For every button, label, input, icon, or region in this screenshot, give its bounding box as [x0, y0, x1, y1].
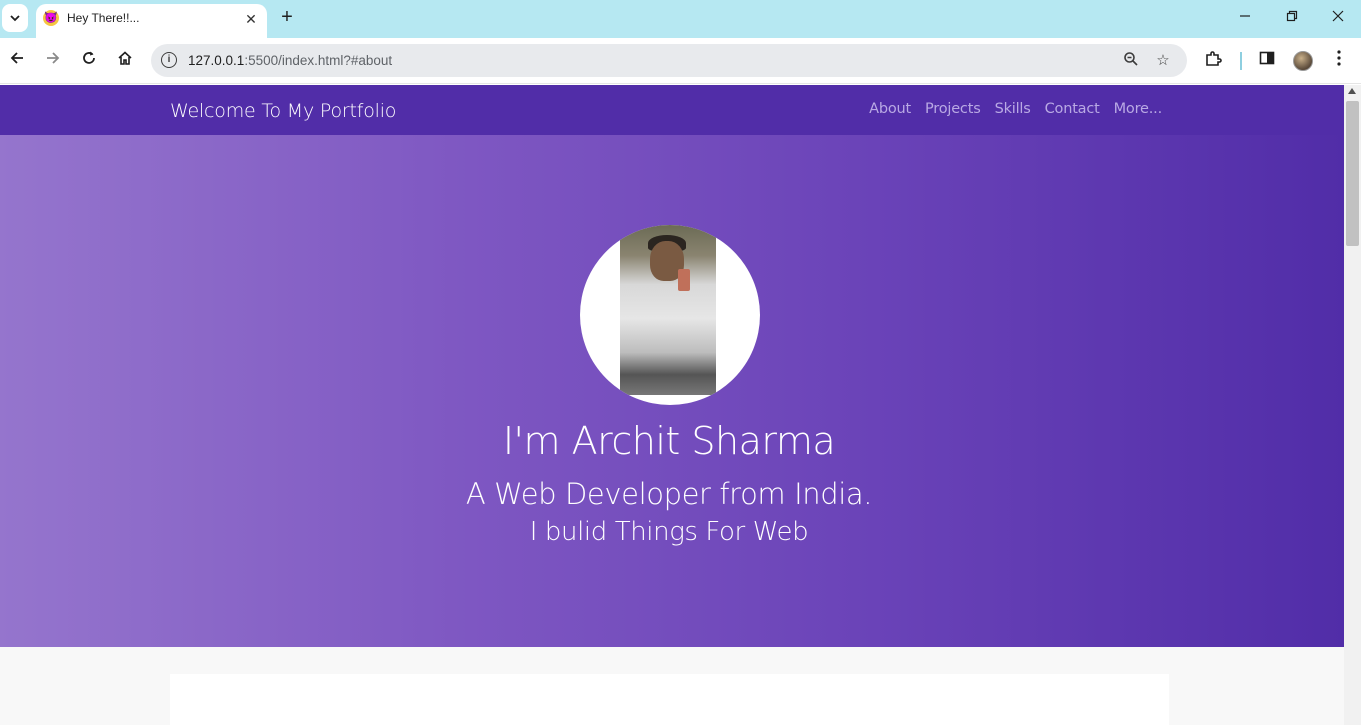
side-panel-button[interactable] — [1256, 50, 1278, 72]
new-tab-button[interactable]: + — [276, 6, 298, 28]
nav-link-more[interactable]: More... — [1114, 101, 1163, 117]
navbar-links: About Projects Skills Contact More... — [869, 101, 1162, 117]
arrow-right-icon — [47, 52, 60, 64]
back-button[interactable] — [6, 49, 28, 71]
close-icon — [1332, 10, 1344, 22]
profile-photo — [580, 225, 760, 405]
arrow-left-icon — [10, 52, 23, 64]
home-icon — [118, 51, 132, 65]
tab-favicon-icon: 😈 — [43, 10, 59, 26]
tab-search-button[interactable] — [2, 4, 28, 32]
hero-tagline: A Web Developer from India. — [465, 477, 873, 511]
home-button[interactable] — [114, 49, 136, 71]
nav-link-contact[interactable]: Contact — [1045, 101, 1100, 117]
url-text[interactable]: 127.0.0.1:5500/index.html?#about — [188, 53, 392, 68]
url-path: :5500/index.html?#about — [244, 53, 393, 68]
scroll-up-arrow-icon[interactable] — [1348, 88, 1356, 94]
about-section-card — [170, 674, 1169, 725]
nav-link-skills[interactable]: Skills — [995, 101, 1031, 117]
address-bar[interactable]: i 127.0.0.1:5500/index.html?#about ☆ — [151, 44, 1187, 77]
extensions-button[interactable] — [1202, 50, 1224, 72]
navbar-brand[interactable]: Welcome To My Portfolio — [170, 100, 396, 122]
scroll-thumb[interactable] — [1346, 101, 1359, 246]
tab-title: Hey There!!... — [67, 11, 140, 25]
chevron-down-icon — [10, 15, 20, 22]
nav-link-projects[interactable]: Projects — [925, 101, 981, 117]
site-info-icon[interactable]: i — [161, 52, 177, 68]
hero-subtagline: I bulid Things For Web — [529, 517, 809, 547]
site-navbar: Welcome To My Portfolio About Projects S… — [0, 85, 1344, 135]
page-scrollbar[interactable] — [1344, 85, 1361, 725]
browser-toolbar: i 127.0.0.1:5500/index.html?#about ☆ — [0, 38, 1361, 84]
hero-name: I'm Archit Sharma — [502, 419, 836, 463]
tab-close-icon[interactable]: ✕ — [241, 9, 261, 29]
reload-icon — [83, 51, 95, 64]
hero-section: I'm Archit Sharma A Web Developer from I… — [0, 135, 1344, 647]
profile-avatar[interactable] — [1293, 51, 1313, 71]
bookmark-star-icon[interactable]: ☆ — [1153, 51, 1173, 71]
side-panel-icon — [1259, 51, 1275, 65]
close-window-button[interactable] — [1327, 6, 1349, 28]
toolbar-separator — [1240, 52, 1242, 70]
profile-photo-image — [620, 225, 716, 395]
kebab-menu-icon — [1337, 50, 1341, 66]
puzzle-icon — [1206, 51, 1222, 66]
minimize-icon — [1240, 15, 1250, 17]
browser-tab-strip: 😈 Hey There!!... ✕ + — [0, 0, 1361, 38]
minimize-window-button[interactable] — [1234, 6, 1256, 28]
url-host: 127.0.0.1 — [188, 53, 245, 68]
restore-icon — [1286, 10, 1298, 22]
restore-window-button[interactable] — [1281, 6, 1303, 28]
zoom-icon[interactable] — [1121, 51, 1141, 71]
page-viewport: Welcome To My Portfolio About Projects S… — [0, 85, 1344, 725]
browser-menu-button[interactable] — [1328, 50, 1350, 72]
browser-tab-active[interactable]: 😈 Hey There!!... ✕ — [36, 4, 267, 38]
reload-button[interactable] — [78, 49, 100, 71]
nav-link-about[interactable]: About — [869, 101, 911, 117]
forward-button[interactable] — [42, 49, 64, 71]
